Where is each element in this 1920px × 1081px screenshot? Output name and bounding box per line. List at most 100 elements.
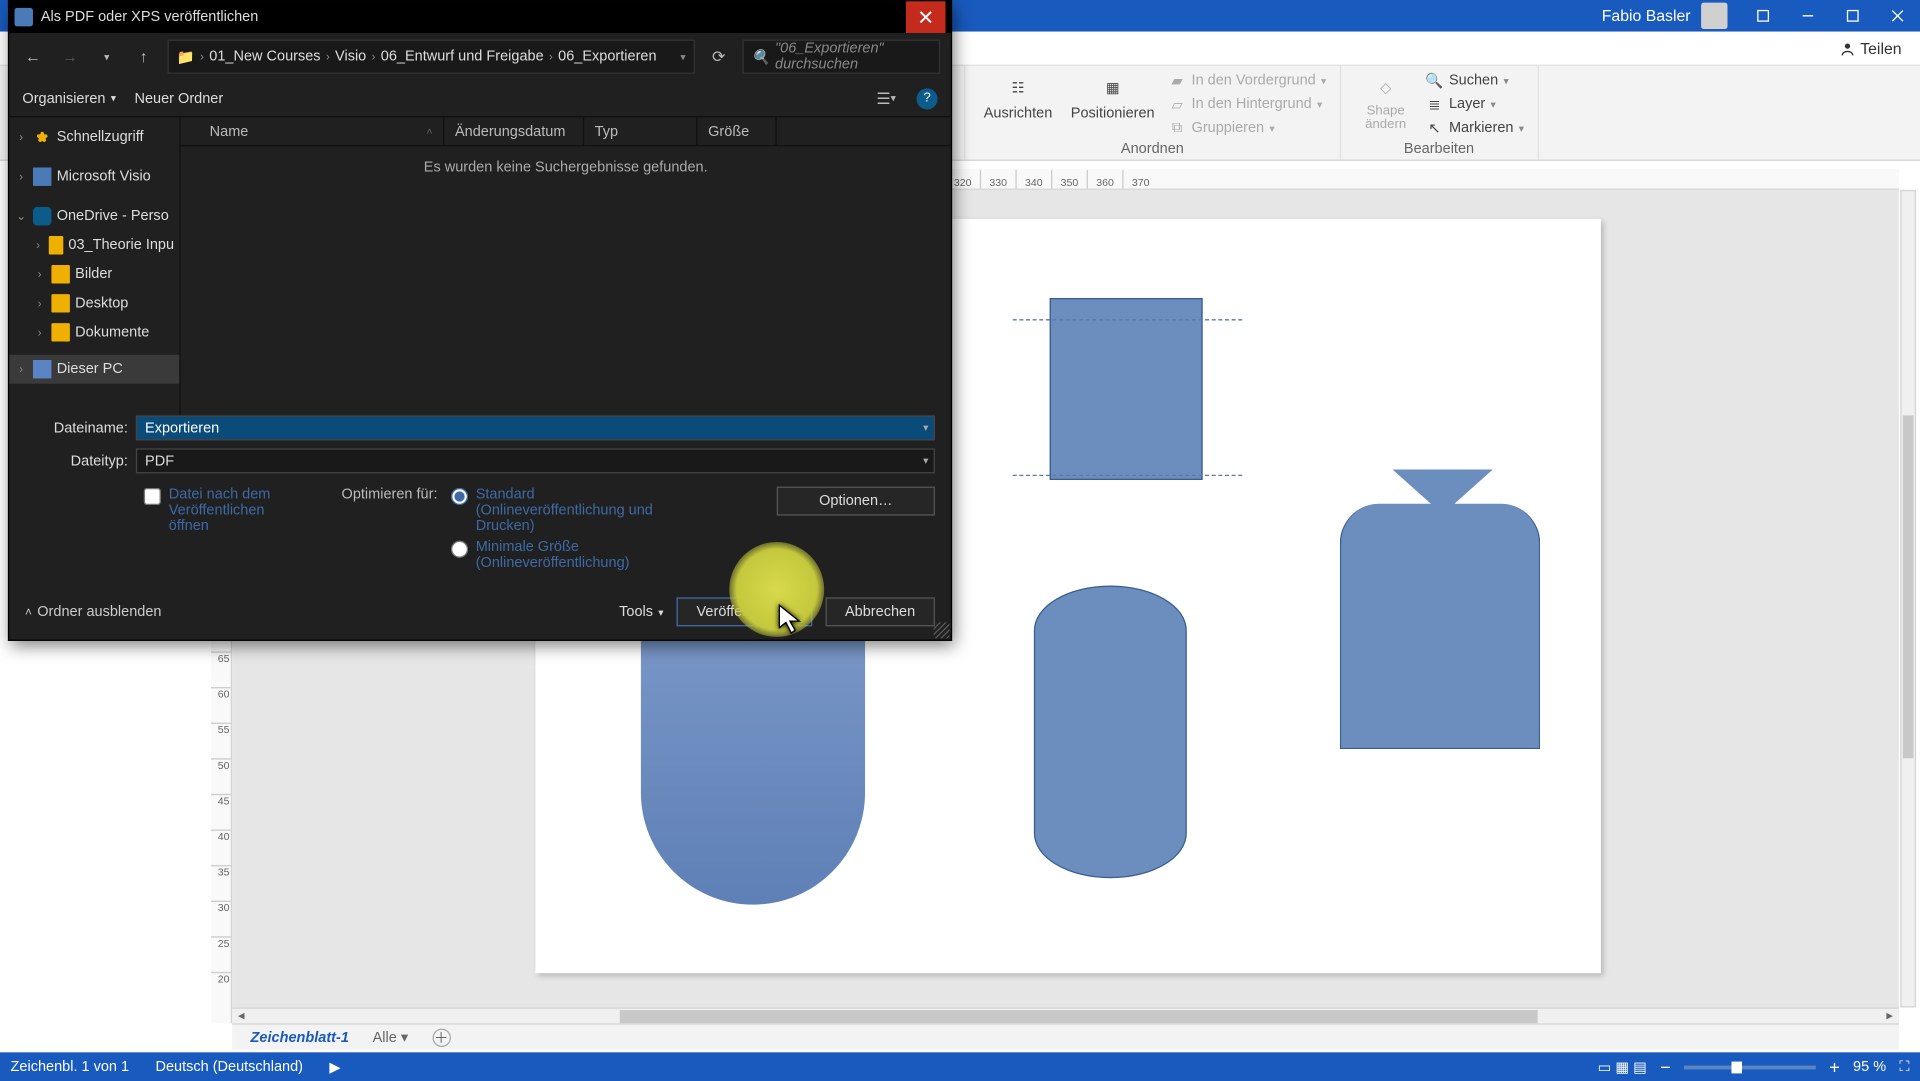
dialog-toolbar: Organisieren▾ Neuer Ordner ☰▾ ? — [9, 80, 951, 117]
group-label-arrange: Anordnen — [978, 141, 1326, 159]
scroll-left-icon[interactable]: ◂ — [232, 1008, 250, 1024]
folder-icon: 📁 — [177, 48, 195, 65]
window-minimize-icon[interactable] — [1786, 0, 1831, 32]
group-button[interactable]: ⧉Gruppieren▾ — [1168, 116, 1327, 140]
shape-bag[interactable] — [1340, 504, 1540, 749]
scrollbar-thumb[interactable] — [1903, 415, 1914, 758]
status-bar: Zeichenbl. 1 von 1 Deutsch (Deutschland)… — [0, 1052, 1920, 1081]
shape-square[interactable] — [1050, 298, 1203, 480]
search-icon: 🔍 — [1425, 71, 1443, 89]
position-icon: ▦ — [1097, 71, 1129, 103]
filename-input[interactable]: Exportieren▾ — [136, 415, 935, 440]
col-size[interactable]: Größe — [698, 117, 777, 145]
tree-folder[interactable]: ›03_Theorie Inpu — [9, 231, 179, 260]
status-page: Zeichenbl. 1 von 1 — [11, 1059, 130, 1075]
zoom-in-button[interactable]: + — [1829, 1056, 1840, 1077]
sheet-tab[interactable]: Zeichenblatt-1 — [251, 1029, 349, 1045]
filetype-select[interactable]: PDF▾ — [136, 448, 935, 473]
scrollbar-horizontal[interactable]: ◂ ▸ — [232, 1007, 1899, 1023]
front-icon: ▰ — [1168, 71, 1186, 89]
group-icon: ⧉ — [1168, 119, 1186, 137]
scrollbar-vertical[interactable] — [1900, 190, 1916, 1008]
tree-this-pc[interactable]: ›Dieser PC — [9, 355, 179, 384]
nav-recent-button[interactable]: ▾ — [94, 44, 120, 70]
shape-cylinder[interactable] — [1034, 586, 1187, 879]
zoom-value[interactable]: 95 % — [1853, 1059, 1886, 1075]
bring-front-button[interactable]: ▰In den Vordergrund▾ — [1168, 69, 1327, 93]
col-name[interactable]: Name˄ — [199, 117, 444, 145]
zoom-out-button[interactable]: − — [1660, 1056, 1671, 1077]
save-dialog: Als PDF oder XPS veröffentlichen ← → ▾ ↑… — [8, 0, 952, 641]
view-mode-button[interactable]: ☰▾ — [874, 86, 898, 110]
breadcrumb[interactable]: 📁 › 01_New Courses› Visio› 06_Entwurf un… — [167, 40, 694, 74]
resize-grip[interactable] — [934, 622, 950, 638]
user-name[interactable]: Fabio Basler — [1602, 7, 1691, 25]
window-close-icon[interactable] — [1875, 0, 1920, 32]
window-restore-icon[interactable] — [1741, 0, 1786, 32]
dialog-close-button[interactable] — [906, 1, 946, 33]
back-icon: ▱ — [1168, 95, 1186, 113]
all-tabs[interactable]: Alle ▾ — [373, 1029, 409, 1046]
user-avatar[interactable] — [1701, 3, 1727, 29]
tree-onedrive[interactable]: ⌄OneDrive - Perso — [9, 202, 179, 231]
file-list[interactable]: Name˄ Änderungsdatum Typ Größe Es wurden… — [181, 117, 951, 420]
position-button[interactable]: ▦ Positionieren — [1065, 69, 1159, 124]
tree-folder[interactable]: ›Desktop — [9, 289, 179, 318]
cancel-button[interactable]: Abbrechen — [825, 597, 935, 626]
optimize-label: Optimieren für: — [342, 487, 438, 503]
fit-page-icon[interactable]: ⛶ — [1899, 1058, 1909, 1075]
window-maximize-icon[interactable] — [1830, 0, 1875, 32]
tools-button[interactable]: Tools▾ — [619, 604, 663, 620]
tree-folder[interactable]: ›Bilder — [9, 260, 179, 289]
nav-forward-button[interactable]: → — [57, 44, 83, 70]
nav-up-button[interactable]: ↑ — [131, 44, 157, 70]
optimize-standard-radio[interactable]: Standard (Onlineveröffentlichung und Dru… — [451, 487, 662, 534]
tree-folder[interactable]: ›Dokumente — [9, 318, 179, 347]
search-icon: 🔍 — [752, 48, 770, 65]
guide-line — [1013, 475, 1242, 476]
help-button[interactable]: ? — [916, 88, 937, 109]
col-type[interactable]: Typ — [584, 117, 697, 145]
organize-button[interactable]: Organisieren▾ — [22, 90, 116, 106]
sheet-tabs: Zeichenblatt-1 Alle ▾ ＋ — [232, 1023, 1899, 1049]
col-date[interactable]: Änderungsdatum — [444, 117, 584, 145]
nav-back-button[interactable]: ← — [20, 44, 46, 70]
optimize-minimal-radio[interactable]: Minimale Größe (Onlineveröffentlichung) — [451, 539, 662, 571]
add-sheet-button[interactable]: ＋ — [432, 1028, 450, 1046]
options-button[interactable]: Optionen… — [777, 487, 935, 516]
empty-message: Es wurden keine Suchergebnisse gefunden. — [181, 146, 951, 420]
status-language[interactable]: Deutsch (Deutschland) — [155, 1059, 303, 1075]
open-after-checkbox[interactable]: Datei nach dem Veröffentlichen öffnen — [144, 487, 302, 577]
align-button[interactable]: ☷ Ausrichten — [978, 69, 1057, 124]
find-button[interactable]: 🔍Suchen▾ — [1425, 69, 1524, 93]
select-button[interactable]: ↖Markieren▾ — [1425, 116, 1524, 140]
dialog-titlebar[interactable]: Als PDF oder XPS veröffentlichen — [9, 1, 951, 33]
tree-visio[interactable]: ›Microsoft Visio — [9, 162, 179, 191]
layer-button[interactable]: ≣Layer▾ — [1425, 92, 1524, 116]
macro-icon[interactable]: ▶ — [329, 1058, 340, 1075]
shape-jar[interactable] — [641, 615, 865, 905]
filename-label: Dateiname: — [25, 420, 136, 436]
layer-icon: ≣ — [1425, 95, 1443, 113]
view-icons[interactable]: ▭ ▦ ▤ — [1598, 1058, 1647, 1075]
publish-button[interactable]: Veröffentlichen — [677, 597, 812, 626]
tree-quick-access[interactable]: ›Schnellzugriff — [9, 123, 179, 152]
dialog-app-icon — [15, 8, 33, 26]
share-button[interactable]: Teilen — [1831, 36, 1909, 62]
scroll-right-icon[interactable]: ▸ — [1880, 1008, 1898, 1024]
change-shape-icon: ◇ — [1370, 71, 1402, 103]
group-label-edit: Bearbeiten — [1354, 141, 1524, 159]
scrollbar-thumb[interactable] — [620, 1009, 1538, 1022]
dialog-nav: ← → ▾ ↑ 📁 › 01_New Courses› Visio› 06_En… — [9, 33, 951, 80]
refresh-button[interactable]: ⟳ — [706, 44, 732, 70]
share-icon — [1839, 41, 1855, 57]
filetype-label: Dateityp: — [25, 453, 136, 469]
change-shape-button[interactable]: ◇ Shape ändern — [1354, 69, 1417, 135]
send-back-button[interactable]: ▱In den Hintergrund▾ — [1168, 92, 1327, 116]
search-input[interactable]: 🔍 "06_Exportieren" durchsuchen — [742, 40, 940, 74]
folder-tree[interactable]: ›Schnellzugriff ›Microsoft Visio ⌄OneDri… — [9, 117, 180, 420]
new-folder-button[interactable]: Neuer Ordner — [135, 90, 224, 106]
hide-folders-button[interactable]: ˄Ordner ausblenden — [25, 604, 161, 620]
column-headers[interactable]: Name˄ Änderungsdatum Typ Größe — [181, 117, 951, 146]
zoom-slider[interactable] — [1684, 1065, 1816, 1069]
